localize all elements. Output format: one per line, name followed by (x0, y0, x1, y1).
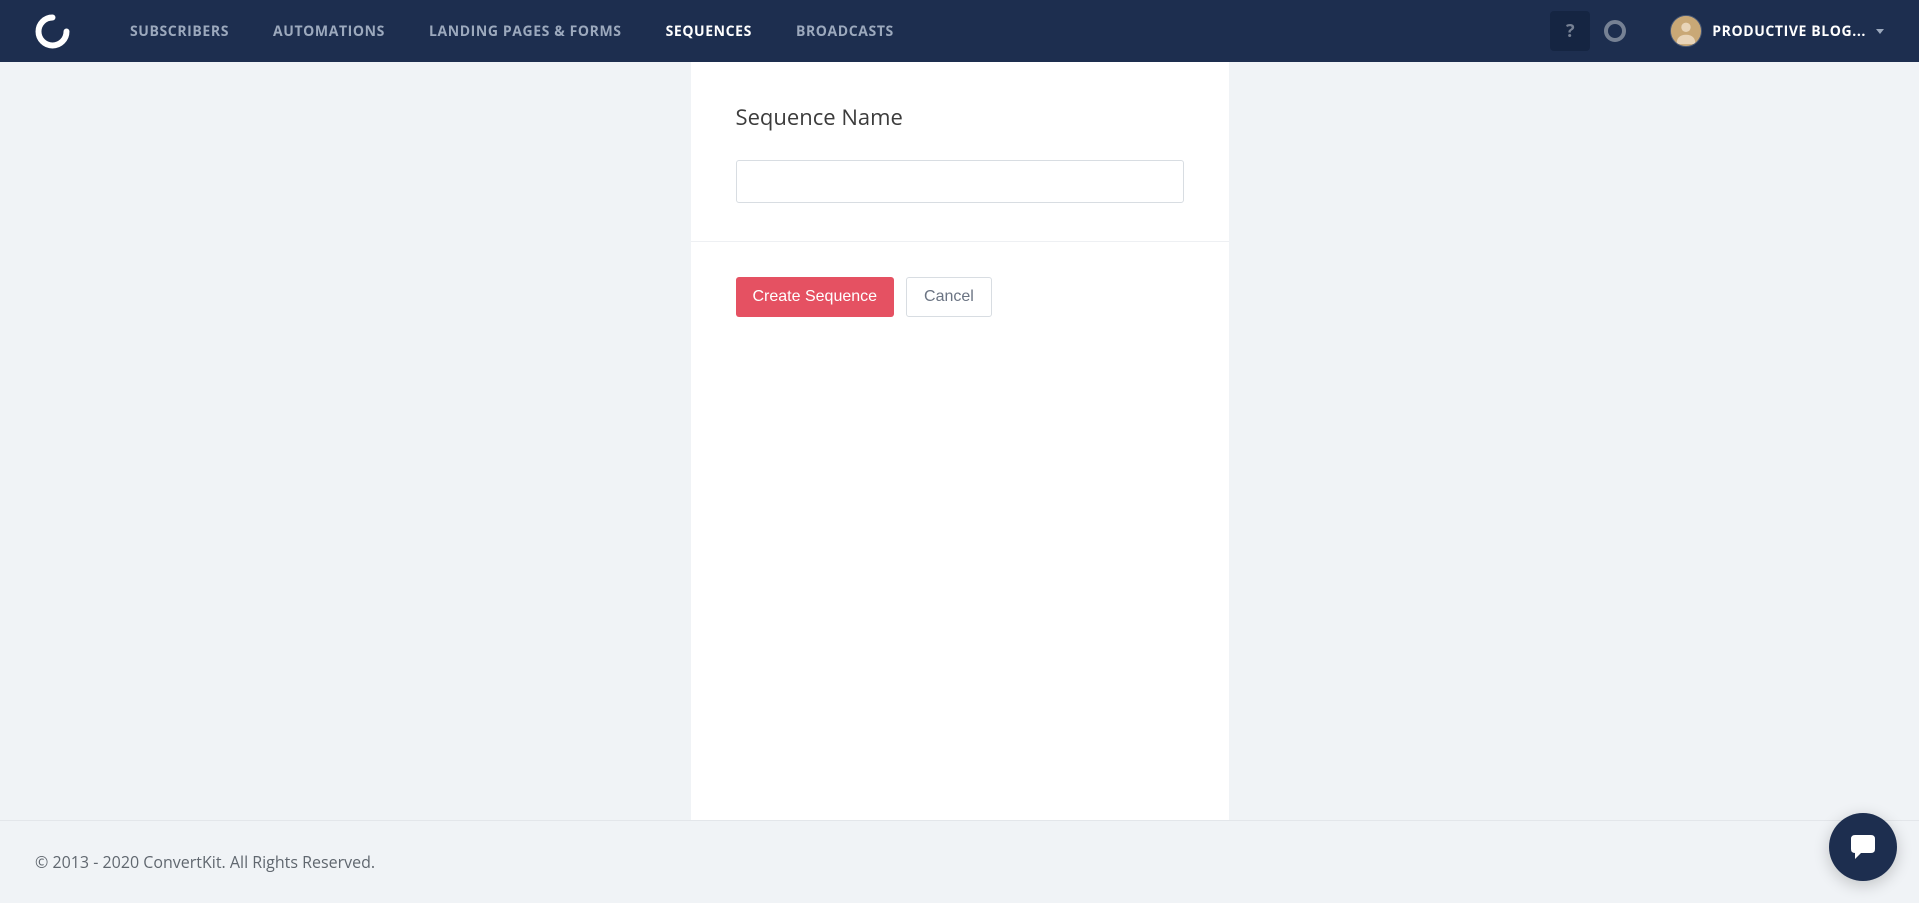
logo-icon[interactable] (35, 14, 70, 49)
top-navbar: SUBSCRIBERS AUTOMATIONS LANDING PAGES & … (0, 0, 1919, 62)
nav-landing-pages-forms[interactable]: LANDING PAGES & FORMS (429, 0, 622, 63)
user-name-label: PRODUCTIVE BLOG... (1712, 22, 1866, 41)
status-circle-icon[interactable] (1604, 20, 1626, 42)
card-footer: Create Sequence Cancel (691, 241, 1229, 359)
cancel-button[interactable]: Cancel (906, 277, 992, 317)
create-sequence-button[interactable]: Create Sequence (736, 277, 895, 317)
sequence-name-input[interactable] (736, 160, 1184, 203)
page-footer: © 2013 - 2020 ConvertKit. All Rights Res… (0, 820, 1919, 903)
avatar-icon (1670, 15, 1702, 47)
nav-subscribers[interactable]: SUBSCRIBERS (130, 0, 229, 63)
navbar-right: ? PRODUCTIVE BLOG... (1550, 11, 1884, 51)
chat-launcher-button[interactable] (1829, 813, 1897, 881)
copyright-text: © 2013 - 2020 ConvertKit. All Rights Res… (35, 851, 375, 873)
sequence-name-label: Sequence Name (736, 102, 1184, 132)
nav-automations[interactable]: AUTOMATIONS (273, 0, 385, 63)
create-sequence-card: Sequence Name Create Sequence Cancel (691, 62, 1229, 820)
card-body: Sequence Name (691, 62, 1229, 241)
nav-sequences[interactable]: SEQUENCES (666, 0, 752, 63)
main-content: Sequence Name Create Sequence Cancel (0, 62, 1919, 820)
nav-links: SUBSCRIBERS AUTOMATIONS LANDING PAGES & … (130, 0, 1550, 63)
nav-broadcasts[interactable]: BROADCASTS (796, 0, 894, 63)
chevron-down-icon (1876, 29, 1884, 34)
user-menu[interactable]: PRODUCTIVE BLOG... (1670, 15, 1884, 47)
help-button[interactable]: ? (1550, 11, 1590, 51)
